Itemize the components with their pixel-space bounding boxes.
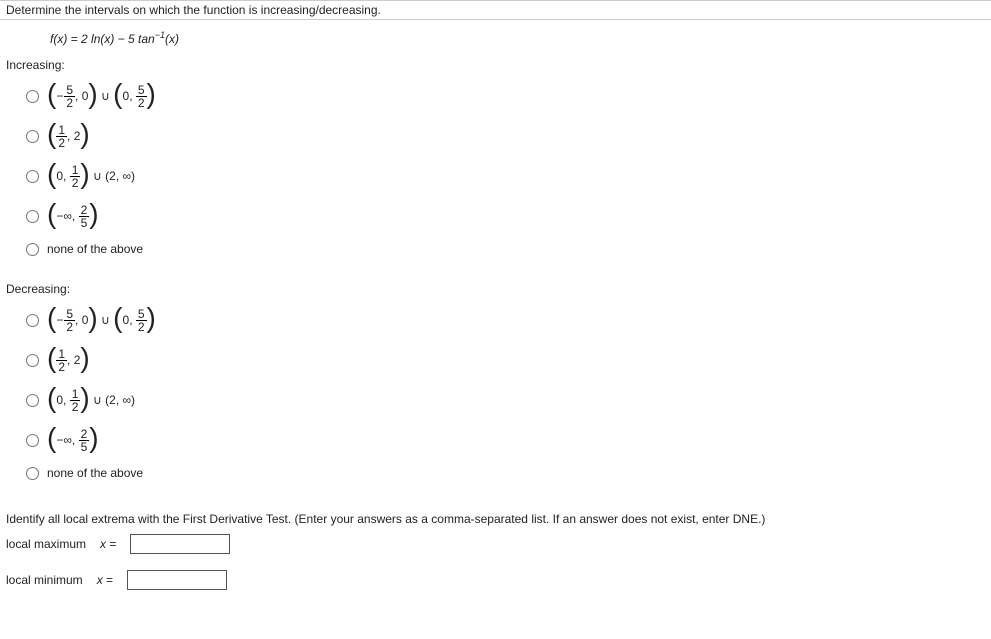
- equals-x-min: x =: [97, 573, 113, 587]
- decreasing-option-b-label: (12, 2): [47, 346, 90, 374]
- increasing-label: Increasing:: [6, 52, 985, 76]
- decreasing-label: Decreasing:: [6, 276, 985, 300]
- increasing-option-b-label: (12, 2): [47, 122, 90, 150]
- increasing-option-d-label: (−∞, 25): [47, 202, 99, 230]
- decreasing-option-a-label: (−52, 0) ∪ (0, 52): [47, 306, 156, 334]
- local-maximum-label: local maximum: [6, 537, 86, 551]
- local-minimum-input[interactable]: [127, 570, 227, 590]
- decreasing-option-d-radio[interactable]: [26, 434, 39, 447]
- decreasing-option-c-label: (0, 12) ∪ (2, ∞): [47, 386, 135, 414]
- increasing-option-e-label: none of the above: [47, 242, 143, 256]
- function-definition: f(x) = 2 ln(x) − 5 tan−1(x): [6, 24, 985, 52]
- decreasing-option-a-radio[interactable]: [26, 314, 39, 327]
- increasing-option-a-radio[interactable]: [26, 90, 39, 103]
- increasing-option-a-label: (−52, 0) ∪ (0, 52): [47, 82, 156, 110]
- increasing-option-b-radio[interactable]: [26, 130, 39, 143]
- increasing-option-c-label: (0, 12) ∪ (2, ∞): [47, 162, 135, 190]
- decreasing-options: (−52, 0) ∪ (0, 52) (12, 2) (0, 12) ∪ (2,…: [6, 300, 985, 486]
- local-minimum-label: local minimum: [6, 573, 83, 587]
- increasing-options: (−52, 0) ∪ (0, 52) (12, 2) (0, 12) ∪ (2,…: [6, 76, 985, 262]
- increasing-option-e-radio[interactable]: [26, 243, 39, 256]
- decreasing-option-b-radio[interactable]: [26, 354, 39, 367]
- equals-x-max: x =: [100, 537, 116, 551]
- extrema-instruction: Identify all local extrema with the Firs…: [6, 512, 985, 526]
- question-prompt: Determine the intervals on which the fun…: [0, 0, 991, 20]
- local-maximum-input[interactable]: [130, 534, 230, 554]
- decreasing-option-d-label: (−∞, 25): [47, 426, 99, 454]
- decreasing-option-e-label: none of the above: [47, 466, 143, 480]
- increasing-option-d-radio[interactable]: [26, 210, 39, 223]
- decreasing-option-c-radio[interactable]: [26, 394, 39, 407]
- increasing-option-c-radio[interactable]: [26, 170, 39, 183]
- decreasing-option-e-radio[interactable]: [26, 467, 39, 480]
